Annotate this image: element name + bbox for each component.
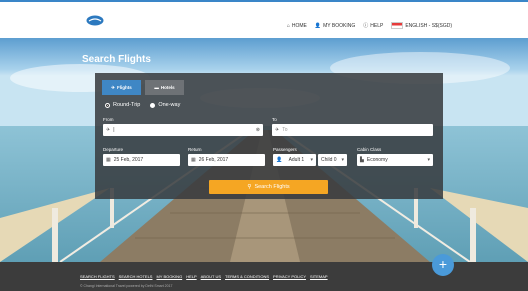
search-icon: ⚲: [247, 184, 252, 190]
bed-icon: ▬: [154, 85, 159, 90]
search-tabs: ✈ Flights ▬ Hotels: [102, 80, 184, 95]
footer-link-my-booking[interactable]: MY BOOKING: [156, 274, 182, 279]
tab-hotels[interactable]: ▬ Hotels: [145, 80, 184, 95]
footer-links: SEARCH FLIGHTS SEARCH HOTELS MY BOOKING …: [80, 274, 328, 279]
nav-help[interactable]: ⓘ HELP: [363, 22, 383, 30]
cabin-class-select[interactable]: ▙ Economy ▾: [357, 154, 433, 166]
plane-landing-icon: ✈: [275, 127, 280, 133]
user-icon: 👤: [314, 22, 322, 29]
cabin-class-label: Cabin Class: [357, 147, 382, 152]
return-label: Return: [188, 147, 202, 152]
chevron-down-icon: ▾: [310, 157, 313, 163]
return-date-field[interactable]: ▦ 26 Feb, 2017: [188, 154, 265, 166]
copyright: © Changi International Travel powered by…: [80, 284, 173, 288]
trip-type: Round-Trip One-way: [105, 102, 180, 108]
seat-icon: ▙: [360, 157, 364, 163]
calendar-icon: ▦: [106, 157, 111, 163]
language-selector[interactable]: ENGLISH - S$(SGD): [391, 22, 452, 29]
departure-date-field[interactable]: ▦ 25 Feb, 2017: [103, 154, 180, 166]
nav-home[interactable]: ⌂ HOME: [287, 23, 307, 29]
page-title: Search Flights: [82, 54, 151, 65]
plane-icon: ✈: [111, 84, 116, 90]
to-field[interactable]: ✈ To: [272, 124, 433, 136]
passengers-label: Passengers: [273, 147, 297, 152]
plus-icon[interactable]: +: [432, 254, 454, 276]
footer-link-search-flights[interactable]: SEARCH FLIGHTS: [80, 274, 115, 279]
round-trip-radio[interactable]: Round-Trip: [105, 102, 140, 108]
flight-search-panel: ✈ Flights ▬ Hotels Round-Trip One-way Fr…: [95, 73, 443, 199]
footer-link-sitemap[interactable]: SITEMAP: [310, 274, 328, 279]
top-nav-bar: ⌂ HOME 👤 MY BOOKING ⓘ HELP ENGLISH - S$(…: [0, 0, 528, 38]
radio-selected-icon: [105, 102, 110, 108]
footer-link-privacy[interactable]: PRIVACY POLICY: [273, 274, 306, 279]
help-icon: ⓘ: [363, 23, 369, 29]
departure-label: Departure: [103, 147, 124, 152]
child-select[interactable]: Child 0 ▾: [318, 154, 347, 166]
search-flights-button[interactable]: ⚲ Search Flights: [209, 180, 328, 194]
radio-unselected-icon: [150, 102, 156, 108]
plane-takeoff-icon: ✈: [106, 127, 111, 133]
to-label: To: [272, 117, 277, 122]
clear-icon[interactable]: ⊗: [256, 127, 260, 133]
top-nav: ⌂ HOME 👤 MY BOOKING ⓘ HELP ENGLISH - S$(…: [287, 22, 452, 29]
footer-link-search-hotels[interactable]: SEARCH HOTELS: [119, 274, 153, 279]
from-label: From: [103, 117, 114, 122]
flag-icon: [391, 22, 404, 29]
one-way-radio[interactable]: One-way: [150, 102, 180, 108]
footer-link-about-us[interactable]: ABOUT US: [201, 274, 221, 279]
from-field[interactable]: ✈ | ⊗: [103, 124, 263, 136]
nav-my-booking[interactable]: 👤 MY BOOKING: [315, 23, 355, 29]
logo-icon[interactable]: [86, 15, 104, 26]
person-icon: 👤: [276, 157, 283, 163]
chevron-down-icon: ▾: [341, 157, 344, 163]
home-icon: ⌂: [286, 22, 290, 29]
footer-link-help[interactable]: HELP: [186, 274, 196, 279]
footer-link-terms[interactable]: TERMS & CONDITIONS: [225, 274, 269, 279]
tab-flights[interactable]: ✈ Flights: [102, 80, 141, 95]
chevron-down-icon: ▾: [427, 157, 430, 163]
calendar-icon: ▦: [191, 157, 196, 163]
adult-select[interactable]: 👤 Adult 1 ▾: [273, 154, 316, 166]
